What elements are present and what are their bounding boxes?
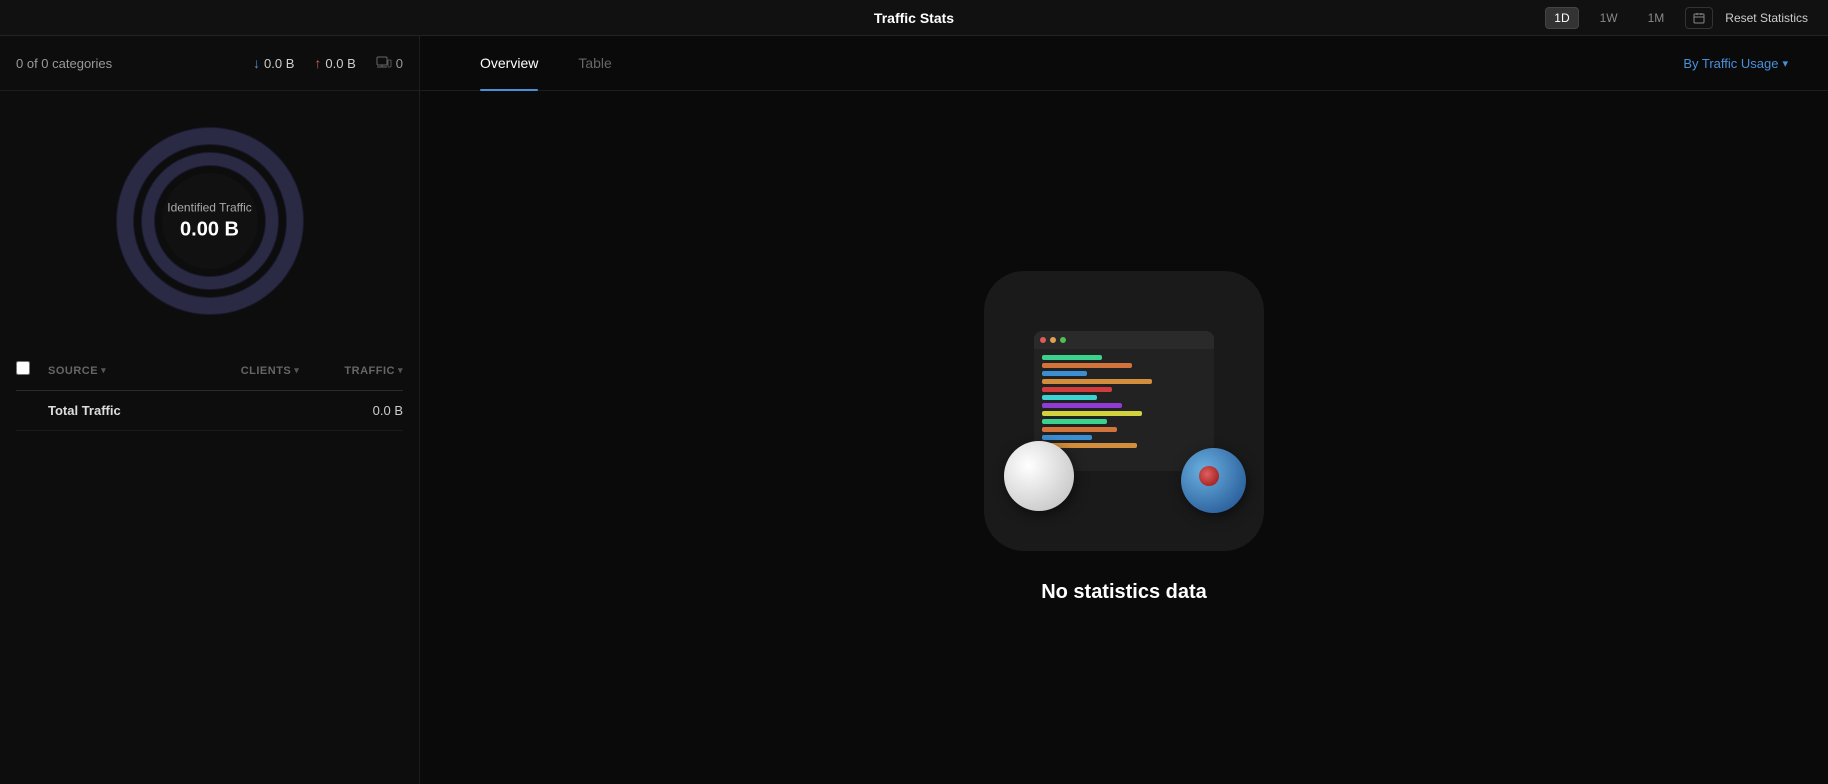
clients-stat: 0 [376,56,403,71]
bar-row [1042,419,1107,424]
total-traffic-value: 0.0 B [323,403,403,418]
tab-table[interactable]: Table [558,36,631,91]
header-controls: 1D 1W 1M Reset Statistics [1545,7,1808,29]
bar-row [1042,395,1097,400]
content-area: No statistics data [420,91,1828,784]
source-col-header: SOURCE ▾ [48,365,217,377]
traffic-sort-icon: ▾ [398,365,403,376]
source-col-label: SOURCE [48,365,98,377]
tab-overview[interactable]: Overview [460,36,558,91]
sort-label: By Traffic Usage [1683,56,1778,71]
time-1m-button[interactable]: 1M [1639,7,1674,29]
clients-col-header: CLIENTS ▾ [225,365,315,377]
dot-green [1060,337,1066,343]
ball-blue-inner [1199,466,1219,486]
upload-value: 0.0 B [325,56,355,71]
ball-white [1004,441,1074,511]
donut-chart: Identified Traffic 0.00 B [110,121,310,321]
table-row: Total Traffic 0.0 B [16,391,403,431]
page-title: Traffic Stats [874,10,954,26]
bar-row [1042,403,1122,408]
bar-row [1042,427,1117,432]
tabs-bar: Overview Table By Traffic Usage ▾ [420,36,1828,91]
select-all-checkbox[interactable] [16,361,30,375]
chevron-down-icon: ▾ [1782,57,1788,70]
clients-icon [376,56,392,70]
donut-area: Identified Traffic 0.00 B [0,91,419,351]
bar-row [1042,379,1152,384]
bar-row [1042,363,1132,368]
traffic-col-label: TRAFFIC [344,365,395,377]
no-data-illustration [984,271,1264,551]
bar-row [1042,411,1142,416]
dot-red [1040,337,1046,343]
download-stat: ↓ 0.0 B [253,55,294,71]
traffic-col-header: TRAFFIC ▾ [323,365,403,377]
time-1d-button[interactable]: 1D [1545,7,1578,29]
calendar-icon [1693,12,1705,24]
reset-statistics-button[interactable]: Reset Statistics [1725,11,1808,25]
upload-icon: ↑ [314,55,321,71]
screen-body [1034,349,1214,454]
bar-row [1042,435,1092,440]
left-table-header: SOURCE ▾ CLIENTS ▾ TRAFFIC ▾ [16,351,403,391]
donut-title: Identified Traffic [167,201,252,215]
categories-text: 0 of 0 categories [16,56,233,71]
source-sort-icon: ▾ [101,365,106,376]
time-1w-button[interactable]: 1W [1591,7,1627,29]
header: Traffic Stats 1D 1W 1M Reset Statistics [0,0,1828,36]
bar-row [1042,371,1087,376]
sort-control[interactable]: By Traffic Usage ▾ [1683,56,1788,71]
clients-col-label: CLIENTS [241,365,292,377]
clients-sort-icon: ▾ [294,365,299,376]
calendar-button[interactable] [1685,7,1713,29]
download-value: 0.0 B [264,56,294,71]
right-panel: Overview Table By Traffic Usage ▾ [420,36,1828,784]
download-icon: ↓ [253,55,260,71]
stats-bar: 0 of 0 categories ↓ 0.0 B ↑ 0.0 B 0 [0,36,419,91]
bar-row [1042,387,1112,392]
screen-titlebar [1034,331,1214,349]
dot-yellow [1050,337,1056,343]
main-layout: 0 of 0 categories ↓ 0.0 B ↑ 0.0 B 0 [0,36,1828,784]
checkbox-col-header [16,361,40,380]
upload-stat: ↑ 0.0 B [314,55,355,71]
bar-row [1042,355,1102,360]
ball-blue [1181,448,1246,513]
illustration-inner [994,281,1254,541]
left-panel: 0 of 0 categories ↓ 0.0 B ↑ 0.0 B 0 [0,36,420,784]
no-data-text: No statistics data [1041,581,1207,604]
clients-count-value: 0 [396,56,403,71]
left-table: SOURCE ▾ CLIENTS ▾ TRAFFIC ▾ [0,351,419,784]
donut-label: Identified Traffic 0.00 B [167,201,252,242]
donut-value: 0.00 B [167,219,252,242]
total-traffic-label: Total Traffic [48,403,217,418]
